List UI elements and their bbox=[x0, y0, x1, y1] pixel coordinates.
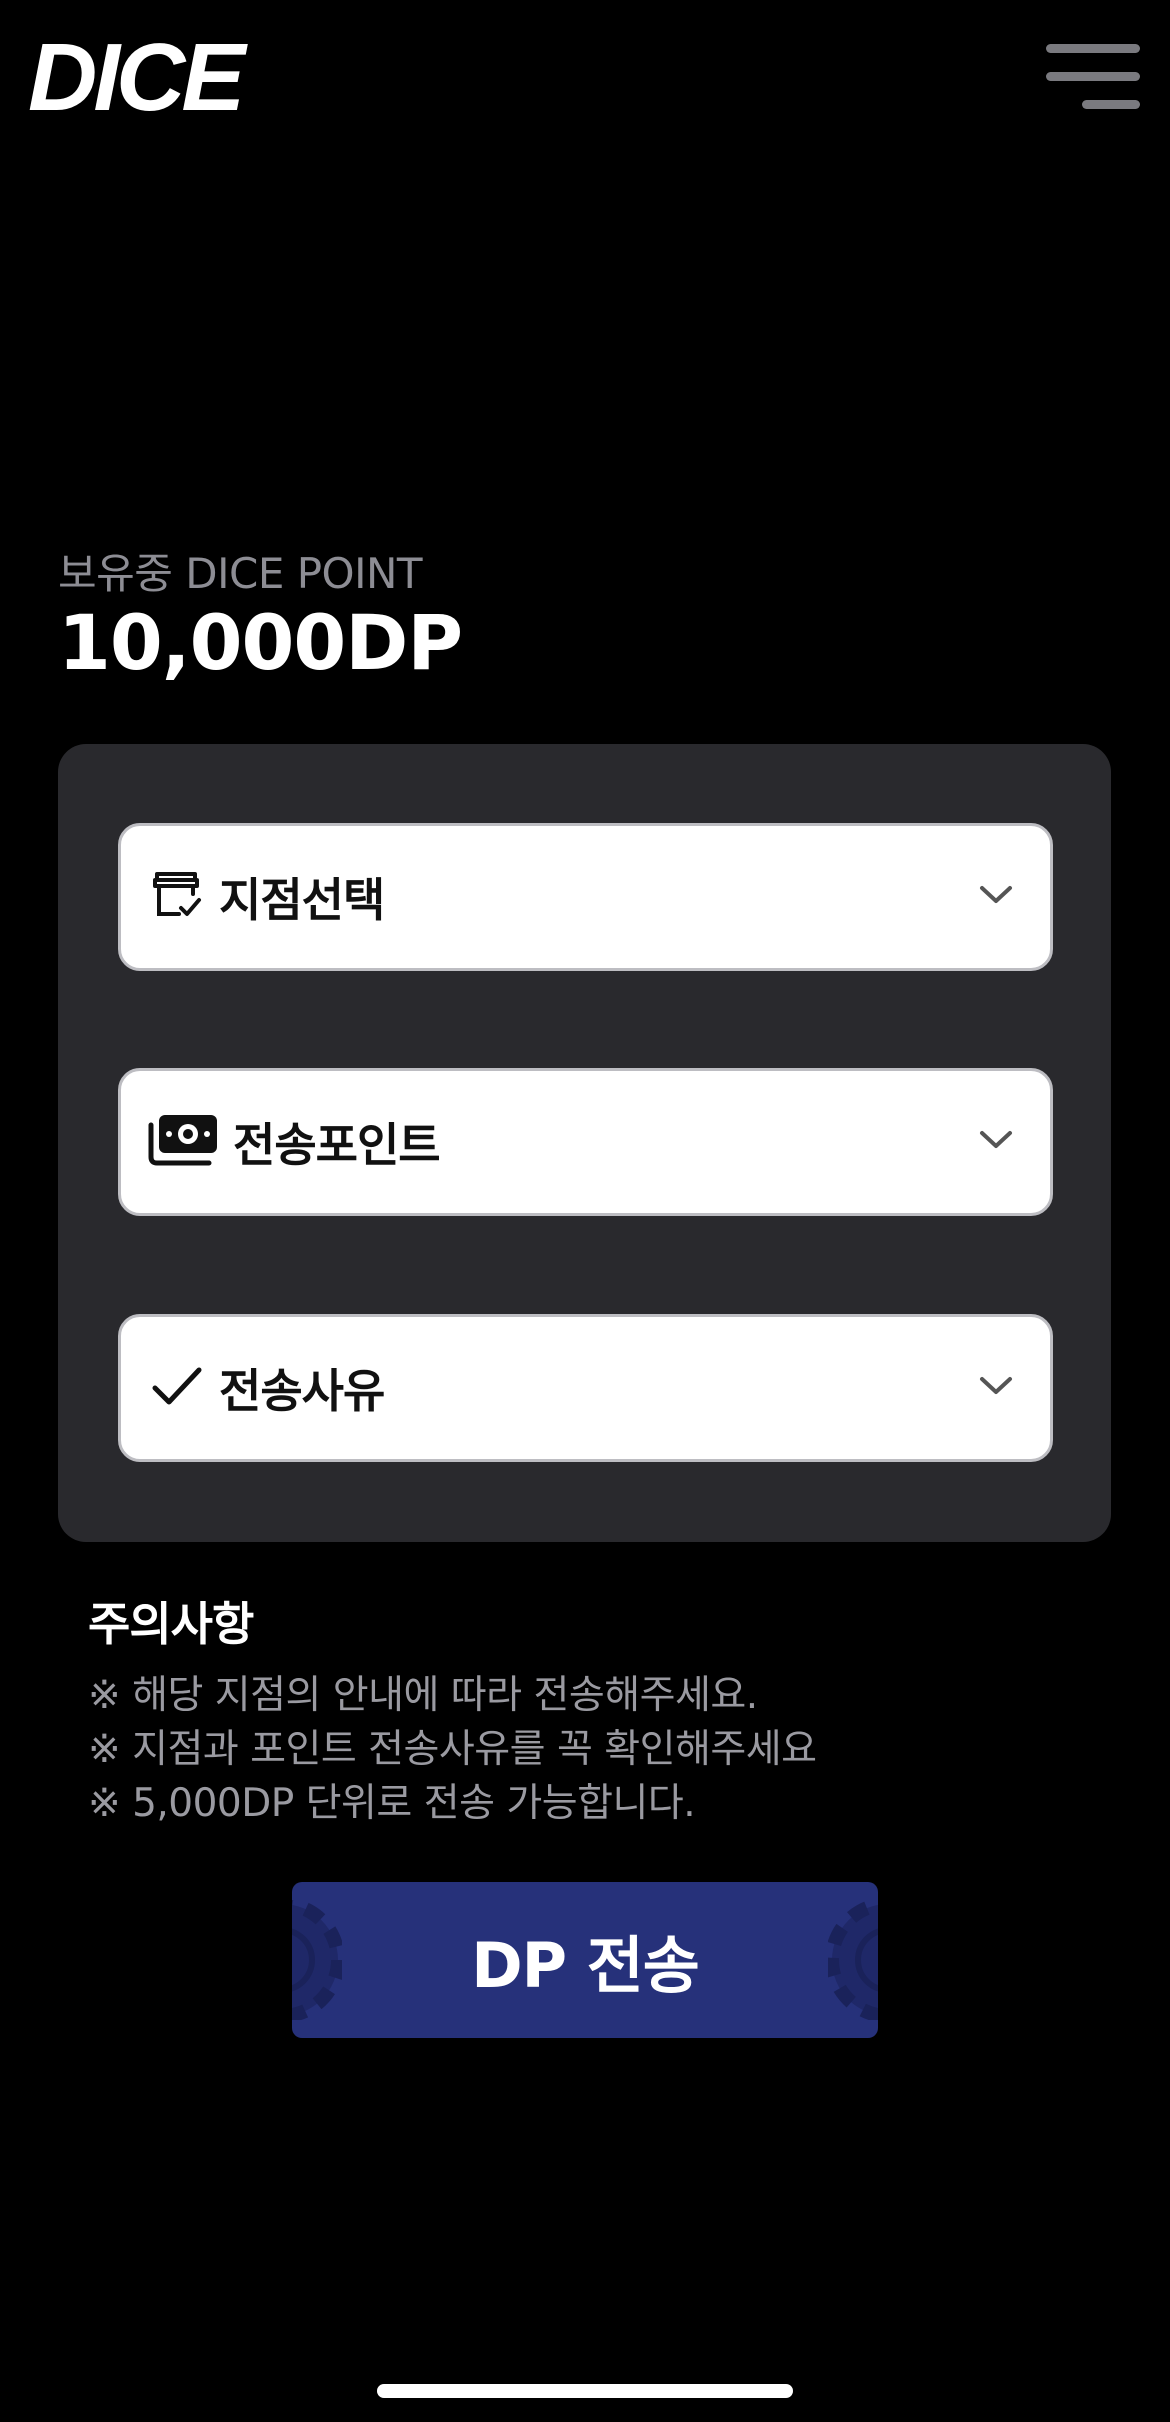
transfer-points-dropdown[interactable]: 전송포인트 bbox=[118, 1068, 1053, 1216]
menu-line bbox=[1082, 100, 1140, 109]
dice-logo[interactable]: DICE bbox=[28, 30, 245, 126]
store-check-icon bbox=[151, 870, 205, 924]
notice-line: ※ 5,000DP 단위로 전송 가능합니다. bbox=[88, 1781, 696, 1826]
cash-icon bbox=[145, 1111, 221, 1173]
branch-select-dropdown[interactable]: 지점선택 bbox=[118, 823, 1053, 971]
dp-send-button[interactable]: DP 전송 bbox=[292, 1882, 878, 2038]
menu-line bbox=[1046, 44, 1140, 53]
home-indicator[interactable] bbox=[377, 2384, 793, 2398]
notice-line: ※ 해당 지점의 안내에 따라 전송해주세요. bbox=[88, 1673, 758, 1718]
menu-line bbox=[1046, 72, 1140, 81]
chevron-down-icon bbox=[978, 1375, 1014, 1401]
checkmark-icon bbox=[151, 1364, 203, 1412]
balance-value: 10,000DP bbox=[58, 598, 463, 687]
balance-label: 보유중 DICE POINT bbox=[58, 549, 423, 598]
transfer-reason-dropdown[interactable]: 전송사유 bbox=[118, 1314, 1053, 1462]
notice-line: ※ 지점과 포인트 전송사유를 꼭 확인해주세요 bbox=[88, 1727, 817, 1772]
chevron-down-icon bbox=[978, 884, 1014, 910]
notice-title: 주의사항 bbox=[88, 1597, 254, 1651]
dp-send-label: DP 전송 bbox=[471, 1929, 700, 2002]
transfer-reason-label: 전송사유 bbox=[219, 1364, 385, 1418]
branch-select-label: 지점선택 bbox=[219, 873, 385, 927]
transfer-points-label: 전송포인트 bbox=[233, 1118, 441, 1172]
hamburger-menu-icon[interactable] bbox=[1040, 40, 1140, 116]
chevron-down-icon bbox=[978, 1129, 1014, 1155]
